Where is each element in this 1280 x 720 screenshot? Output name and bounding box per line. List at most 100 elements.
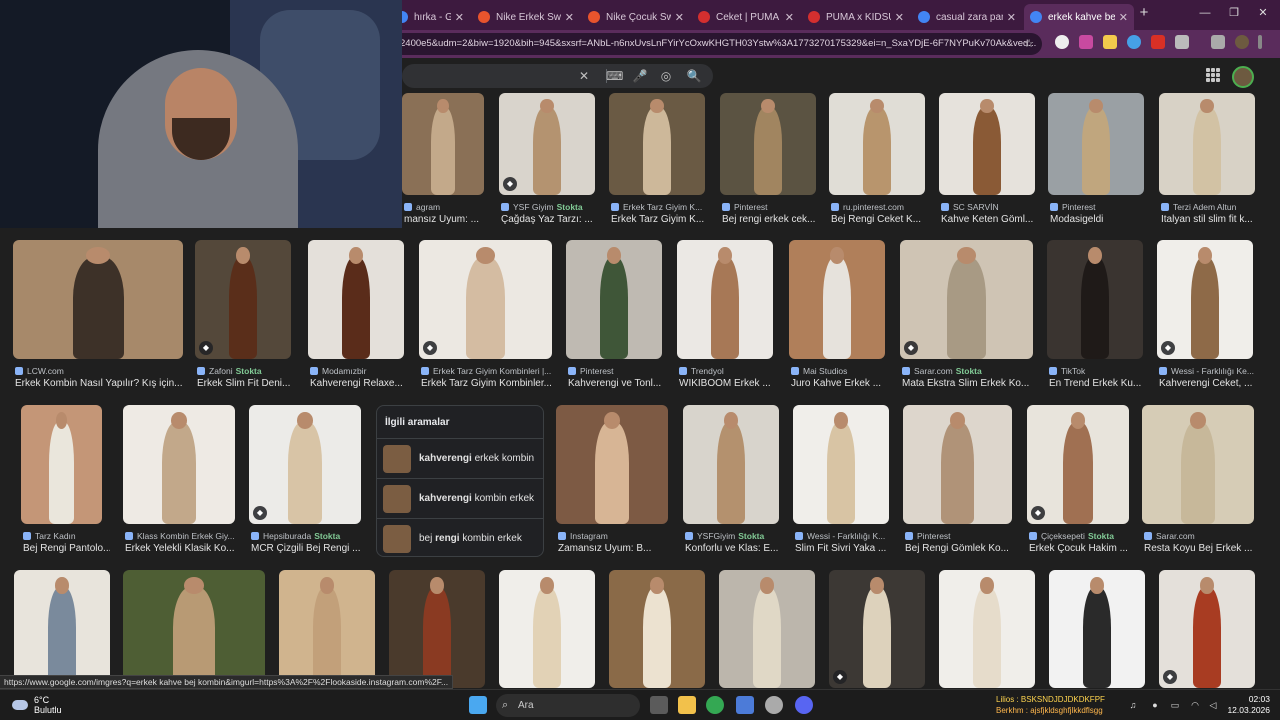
image-thumbnail[interactable] xyxy=(609,93,705,195)
image-title[interactable]: Kahverengi Relaxe... xyxy=(310,378,412,389)
image-result[interactable]: Sarar.com Resta Koyu Bej Erkek ... xyxy=(1142,405,1254,556)
image-title[interactable]: WİKİBOOM Erkek ... xyxy=(679,378,781,389)
lens-icon[interactable]: ◎ xyxy=(658,68,674,84)
extension-icon[interactable] xyxy=(1103,35,1117,49)
image-result[interactable]: Pinterest Bej Rengi Gömlek Ko... xyxy=(903,405,1012,556)
image-thumbnail[interactable] xyxy=(1047,240,1143,359)
image-title[interactable]: Juro Kahve Erkek ... xyxy=(791,378,893,389)
tab-4[interactable]: PUMA x KIDSUPER ✕ xyxy=(802,4,910,30)
image-thumbnail[interactable] xyxy=(123,405,235,524)
image-thumbnail[interactable] xyxy=(677,240,773,359)
image-thumbnail[interactable] xyxy=(793,405,889,524)
image-title[interactable]: Resta Koyu Bej Erkek ... xyxy=(1144,543,1262,554)
file-explorer-icon[interactable] xyxy=(678,696,696,714)
image-title[interactable]: Bej rengi erkek cek... xyxy=(722,214,824,225)
tab-close-icon[interactable]: ✕ xyxy=(895,11,904,24)
search-icon[interactable]: 🔍 xyxy=(686,68,702,84)
image-thumbnail[interactable] xyxy=(123,570,265,688)
image-result[interactable]: Wessi - Farklılığı K... Slim Fit Sivri Ya… xyxy=(793,405,889,556)
image-thumbnail[interactable] xyxy=(279,570,375,688)
tab-close-icon[interactable]: ✕ xyxy=(1119,11,1128,24)
image-thumbnail[interactable] xyxy=(389,570,485,688)
account-avatar[interactable] xyxy=(1232,66,1254,88)
image-thumbnail[interactable] xyxy=(939,570,1035,688)
obs-icon[interactable] xyxy=(765,696,783,714)
menu-icon[interactable] xyxy=(1258,35,1262,49)
image-thumbnail[interactable] xyxy=(720,93,816,195)
extension-icon[interactable] xyxy=(1055,35,1069,49)
image-result[interactable]: Klass Kombin Erkek Giy... Erkek Yelekli K… xyxy=(123,405,235,556)
tab-close-icon[interactable]: ✕ xyxy=(565,11,574,24)
image-result[interactable]: TikTok En Trend Erkek Ku... xyxy=(1047,240,1143,391)
image-thumbnail[interactable] xyxy=(13,240,183,359)
image-result[interactable]: Modamızbir Kahverengi Relaxe... xyxy=(308,240,404,391)
profile-icon[interactable] xyxy=(1235,35,1249,49)
image-thumbnail[interactable] xyxy=(402,93,484,195)
image-thumbnail[interactable] xyxy=(789,240,885,359)
image-title[interactable]: Erkek Tarz Giyim Kombinler... xyxy=(421,378,560,389)
image-result[interactable]: ◆ Erkek Tarz Giyim Kombinleri |... Erkek T… xyxy=(419,240,552,391)
maximize-button[interactable]: ❐ xyxy=(1227,6,1241,20)
image-result[interactable]: ◆ Wessi - Farklılığı Ke... Kahverengi Ceke… xyxy=(1157,240,1254,391)
image-result[interactable]: Pinterest Kahverengi ve Tonl... xyxy=(566,240,662,391)
image-title[interactable]: Erkek Tarz Giyim K... xyxy=(611,214,713,225)
address-bar[interactable]: 2400e5&udm=2&biw=1920&bih=945&sxsrf=ANbL… xyxy=(392,33,1042,55)
clear-icon[interactable]: ✕ xyxy=(576,68,592,84)
keyboard-icon[interactable]: ▭ xyxy=(1170,700,1180,710)
mic-icon[interactable]: ● xyxy=(1150,700,1160,710)
image-thumbnail[interactable] xyxy=(719,570,815,688)
image-title[interactable]: Bej Rengi Ceket K... xyxy=(831,214,933,225)
image-thumbnail[interactable]: ◆ xyxy=(195,240,291,359)
tab-1[interactable]: Nike Erkek Sweat ✕ xyxy=(472,4,580,30)
volume-icon[interactable]: ◁ xyxy=(1208,700,1218,710)
image-title[interactable]: Erkek Yelekli Klasik Ko... xyxy=(125,543,243,554)
close-window-button[interactable]: ✕ xyxy=(1256,6,1270,20)
tab-close-icon[interactable]: ✕ xyxy=(1007,11,1016,24)
tab-2[interactable]: Nike Çocuk Sweat ✕ xyxy=(582,4,690,30)
bookmark-star-icon[interactable]: ☆ xyxy=(1024,33,1034,55)
image-title[interactable]: Slim Fit Sivri Yaka ... xyxy=(795,543,897,554)
image-title[interactable]: Konforlu ve Klas: E... xyxy=(685,543,787,554)
extensions-puzzle-icon[interactable] xyxy=(1175,35,1189,49)
tab-6[interactable]: erkek kahve bej ko ✕ xyxy=(1024,4,1134,30)
related-search-item[interactable]: bej rengi kombin erkek xyxy=(377,518,543,558)
tab-close-icon[interactable]: ✕ xyxy=(785,11,794,24)
image-title[interactable]: Kahverengi Ceket, ... xyxy=(1159,378,1261,389)
image-thumbnail[interactable] xyxy=(1048,93,1144,195)
clock[interactable]: 02:03 12.03.2026 xyxy=(1227,694,1270,716)
image-result[interactable]: ◆ Sarar.com Stokta Mata Ekstra Slim Erkek K… xyxy=(900,240,1033,391)
image-thumbnail[interactable]: ◆ xyxy=(249,405,361,524)
google-apps-icon[interactable] xyxy=(1206,68,1220,82)
new-tab-button[interactable]: + xyxy=(1136,5,1152,21)
chrome-icon[interactable] xyxy=(706,696,724,714)
app-icon[interactable] xyxy=(736,696,754,714)
search-box[interactable]: ✕ ⌨ 🎤 ◎ 🔍 xyxy=(402,64,713,88)
image-result[interactable]: YSFGiyim Stokta Konforlu ve Klas: E... xyxy=(683,405,779,556)
image-thumbnail[interactable] xyxy=(1049,570,1145,688)
image-result[interactable]: ◆ Zafoni Stokta Erkek Slim Fit Deni... xyxy=(195,240,291,391)
image-result[interactable]: ◆ YSF Giyim Stokta Çağdaş Yaz Tarzı: ... xyxy=(499,93,595,227)
image-thumbnail[interactable] xyxy=(308,240,404,359)
extension-icon[interactable] xyxy=(1127,35,1141,49)
image-result[interactable]: Pinterest Modasigeldi xyxy=(1048,93,1144,227)
image-title[interactable]: Erkek Kombin Nasıl Yapılır? Kış için... xyxy=(15,378,191,389)
image-title[interactable]: Erkek Slim Fit Deni... xyxy=(197,378,299,389)
image-thumbnail[interactable]: ◆ xyxy=(1157,240,1253,359)
image-result[interactable]: Tarz Kadın Bej Rengi Pantolo... xyxy=(21,405,110,556)
image-thumbnail[interactable]: ◆ xyxy=(1027,405,1129,524)
image-result[interactable]: Trendyol WİKİBOOM Erkek ... xyxy=(677,240,773,391)
image-title[interactable]: En Trend Erkek Ku... xyxy=(1049,378,1151,389)
image-result[interactable]: LCW.com Erkek Kombin Nasıl Yapılır? Kış i… xyxy=(13,240,183,391)
image-result[interactable]: Pinterest Bej rengi erkek cek... xyxy=(720,93,816,227)
wifi-icon[interactable]: ◠ xyxy=(1190,700,1200,710)
extension-icon[interactable] xyxy=(1151,35,1165,49)
image-result[interactable]: Instagram Zamansız Uyum: B... xyxy=(556,405,668,556)
discord-icon[interactable] xyxy=(795,696,813,714)
image-title[interactable]: Bej Rengi Pantolo... xyxy=(23,543,110,554)
task-view-icon[interactable] xyxy=(650,696,668,714)
image-result[interactable]: ◆ Çiçeksepeti Stokta Erkek Çocuk Hakim ... xyxy=(1027,405,1129,556)
image-title[interactable]: İtalyan stil slim fit k... xyxy=(1161,214,1263,225)
image-title[interactable]: mansız Uyum: ... xyxy=(404,214,492,225)
image-thumbnail[interactable] xyxy=(939,93,1035,195)
image-title[interactable]: Mata Ekstra Slim Erkek Ko... xyxy=(902,378,1041,389)
